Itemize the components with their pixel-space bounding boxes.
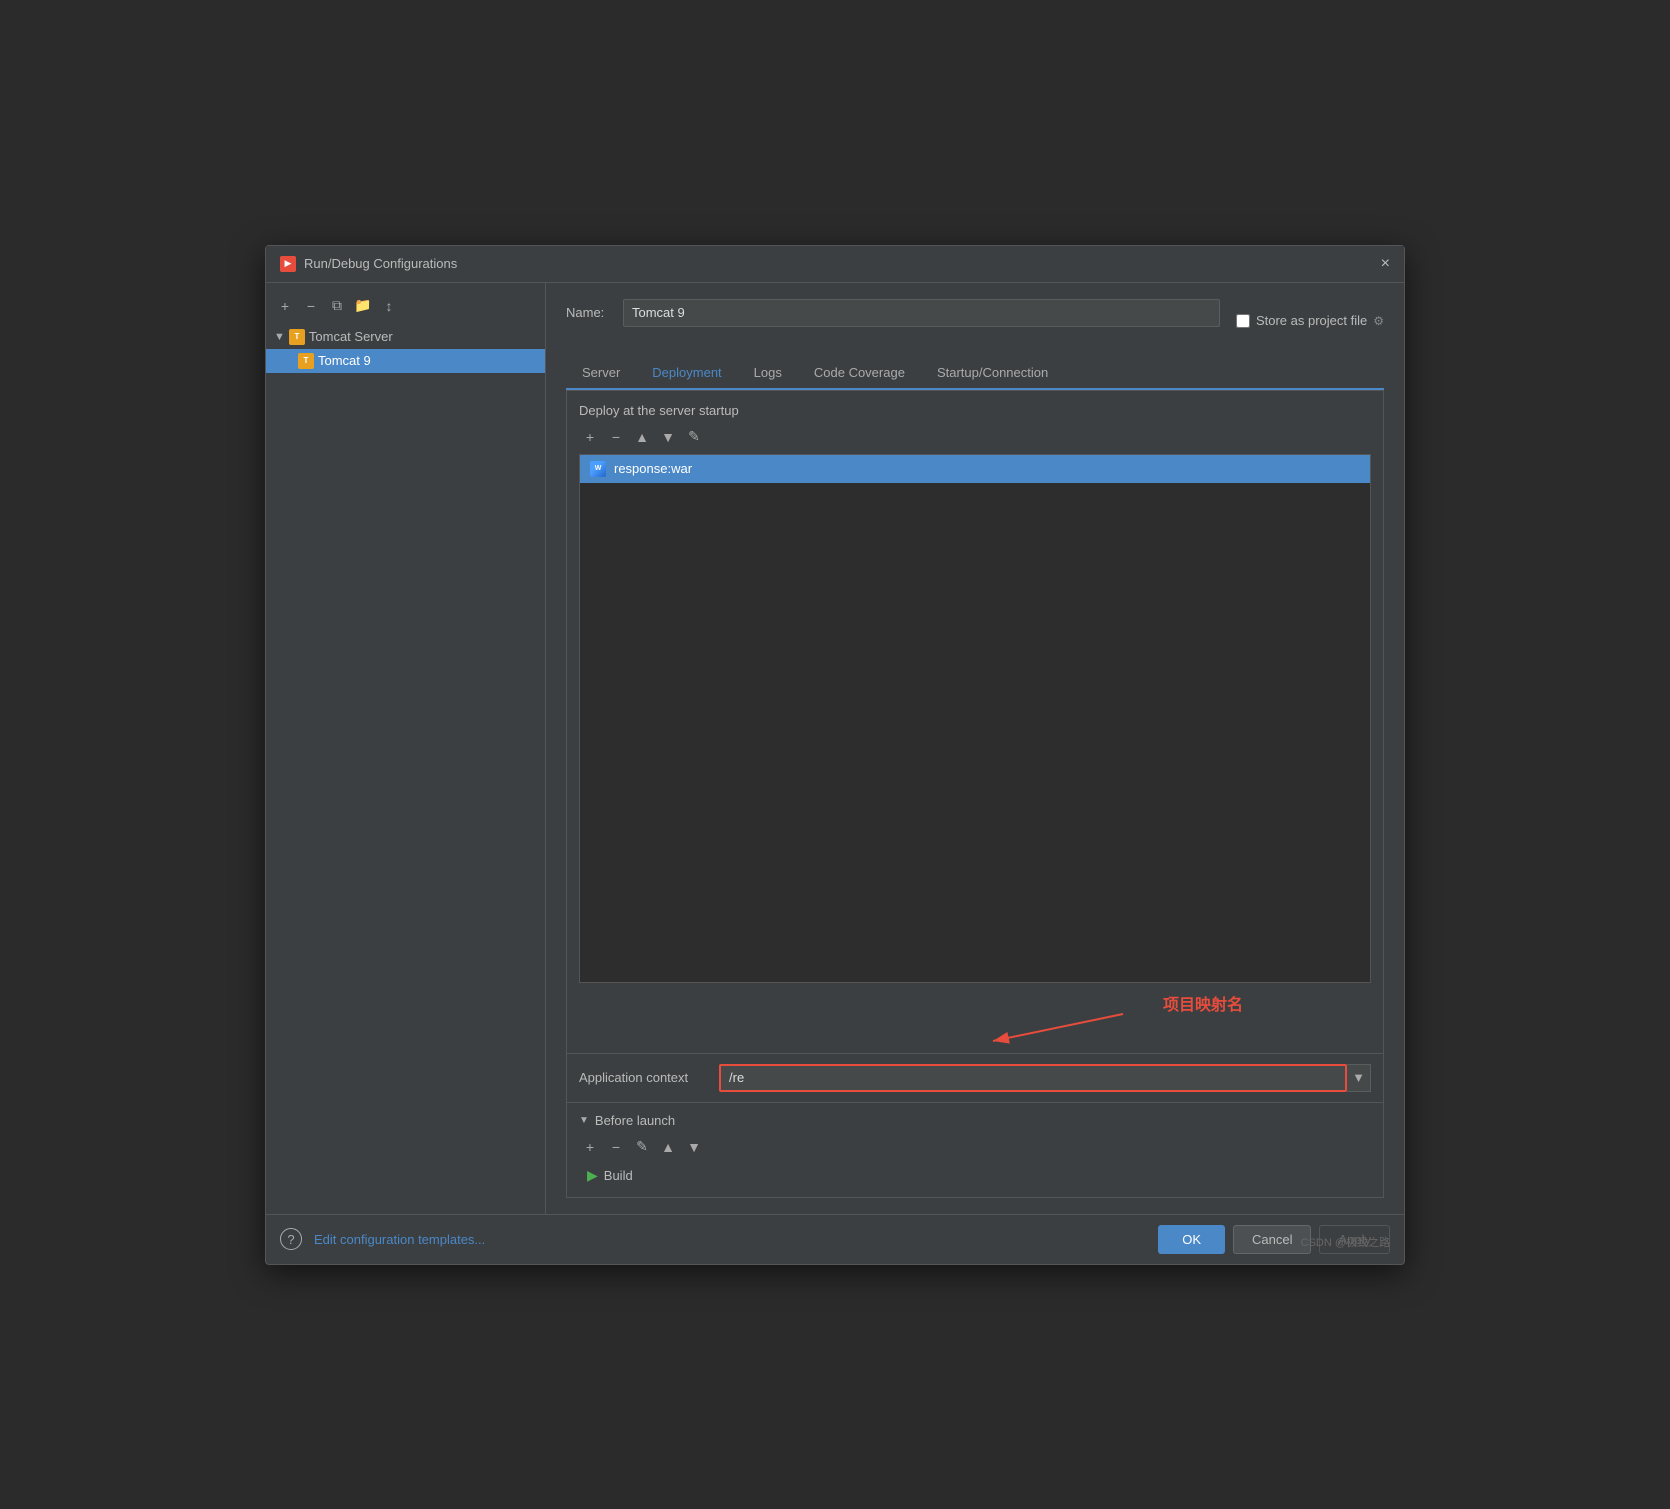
tab-logs[interactable]: Logs	[738, 357, 798, 390]
tab-code-coverage[interactable]: Code Coverage	[798, 357, 921, 390]
down-deploy-button[interactable]: ▼	[657, 426, 679, 448]
up-before-button[interactable]: ▲	[657, 1136, 679, 1158]
remove-before-button[interactable]: −	[605, 1136, 627, 1158]
run-icon: ▶	[280, 256, 296, 272]
before-launch-section: ▼ Before launch + − ✎ ▲ ▼ ▶ Build	[567, 1102, 1383, 1197]
app-context-label: Application context	[579, 1070, 709, 1085]
watermark: CSDN @极致之路	[1301, 1234, 1390, 1250]
dialog-title: Run/Debug Configurations	[304, 256, 457, 271]
tomcat9-icon: T	[298, 353, 314, 369]
remove-config-button[interactable]: −	[300, 295, 322, 317]
edit-templates-link[interactable]: Edit configuration templates...	[314, 1232, 485, 1247]
title-bar-left: ▶ Run/Debug Configurations	[280, 256, 457, 272]
down-before-button[interactable]: ▼	[683, 1136, 705, 1158]
annotation-label: 项目映射名	[1163, 991, 1243, 1015]
app-context-input[interactable]	[719, 1064, 1347, 1092]
tomcat-server-group[interactable]: ▼ T Tomcat Server	[266, 325, 545, 349]
folder-config-button[interactable]: 📁	[352, 295, 374, 317]
sort-config-button[interactable]: ↕	[378, 295, 400, 317]
store-row: Store as project file ⚙	[1236, 313, 1384, 328]
remove-deploy-button[interactable]: −	[605, 426, 627, 448]
before-launch-header: ▼ Before launch	[579, 1113, 1371, 1128]
main-panel: Name: Store as project file ⚙ Server Dep…	[546, 283, 1404, 1214]
sidebar-toolbar: + − ⧉ 📁 ↕	[266, 291, 545, 325]
tree-section: ▼ T Tomcat Server T Tomcat 9	[266, 325, 545, 373]
deploy-section-label: Deploy at the server startup	[579, 403, 1371, 418]
store-gear-icon[interactable]: ⚙	[1373, 314, 1384, 328]
before-launch-item-build[interactable]: ▶ Build	[579, 1164, 1371, 1187]
name-input[interactable]	[623, 299, 1220, 327]
up-deploy-button[interactable]: ▲	[631, 426, 653, 448]
edit-before-button[interactable]: ✎	[631, 1136, 653, 1158]
name-label: Name:	[566, 305, 611, 320]
annotation-area: 项目映射名	[567, 983, 1383, 1053]
build-label: Build	[604, 1168, 633, 1183]
add-deploy-button[interactable]: +	[579, 426, 601, 448]
add-config-button[interactable]: +	[274, 295, 296, 317]
bottom-left: ? Edit configuration templates...	[280, 1228, 485, 1250]
before-launch-toolbar: + − ✎ ▲ ▼	[579, 1136, 1371, 1158]
tab-startup-connection[interactable]: Startup/Connection	[921, 357, 1064, 390]
ok-button[interactable]: OK	[1158, 1225, 1225, 1254]
store-checkbox[interactable]	[1236, 314, 1250, 328]
sidebar: + − ⧉ 📁 ↕ ▼ T Tomcat Server T Tomcat 9	[266, 283, 546, 1214]
close-button[interactable]: ×	[1381, 256, 1390, 272]
app-context-row: Application context ▼	[567, 1053, 1383, 1102]
add-before-button[interactable]: +	[579, 1136, 601, 1158]
deploy-item-label: response:war	[614, 461, 692, 476]
run-debug-dialog: ▶ Run/Debug Configurations × + − ⧉ 📁 ↕ ▼…	[265, 245, 1405, 1265]
annotation-arrow	[963, 999, 1163, 1049]
deploy-section: Deploy at the server startup + − ▲ ▼ ✎ W…	[567, 391, 1383, 983]
tomcat9-label: Tomcat 9	[318, 353, 371, 368]
content-area: Deploy at the server startup + − ▲ ▼ ✎ W…	[566, 390, 1384, 1198]
build-icon: ▶	[587, 1167, 598, 1184]
before-launch-label: Before launch	[595, 1113, 675, 1128]
dialog-body: + − ⧉ 📁 ↕ ▼ T Tomcat Server T Tomcat 9	[266, 283, 1404, 1214]
name-row: Name:	[566, 299, 1220, 327]
deploy-toolbar: + − ▲ ▼ ✎	[579, 426, 1371, 448]
tomcat-server-label: Tomcat Server	[309, 329, 393, 344]
app-context-dropdown[interactable]: ▼	[1347, 1064, 1371, 1092]
bottom-bar: ? Edit configuration templates... OK Can…	[266, 1214, 1404, 1264]
tab-deployment[interactable]: Deployment	[636, 357, 737, 390]
copy-config-button[interactable]: ⧉	[326, 295, 348, 317]
store-label: Store as project file	[1256, 313, 1367, 328]
edit-deploy-button[interactable]: ✎	[683, 426, 705, 448]
tabs-bar: Server Deployment Logs Code Coverage Sta…	[566, 357, 1384, 390]
title-bar: ▶ Run/Debug Configurations ×	[266, 246, 1404, 283]
deploy-list: W response:war	[579, 454, 1371, 983]
expand-icon: ▼	[274, 331, 285, 343]
deploy-item-response-war[interactable]: W response:war	[580, 455, 1370, 483]
tomcat9-item[interactable]: T Tomcat 9	[266, 349, 545, 373]
help-button[interactable]: ?	[280, 1228, 302, 1250]
name-row-wrapper: Name: Store as project file ⚙	[566, 299, 1384, 343]
tab-server[interactable]: Server	[566, 357, 636, 390]
app-context-input-wrapper: ▼	[719, 1064, 1371, 1092]
tomcat-group-icon: T	[289, 329, 305, 345]
war-icon: W	[590, 461, 606, 477]
collapse-icon[interactable]: ▼	[579, 1115, 589, 1126]
